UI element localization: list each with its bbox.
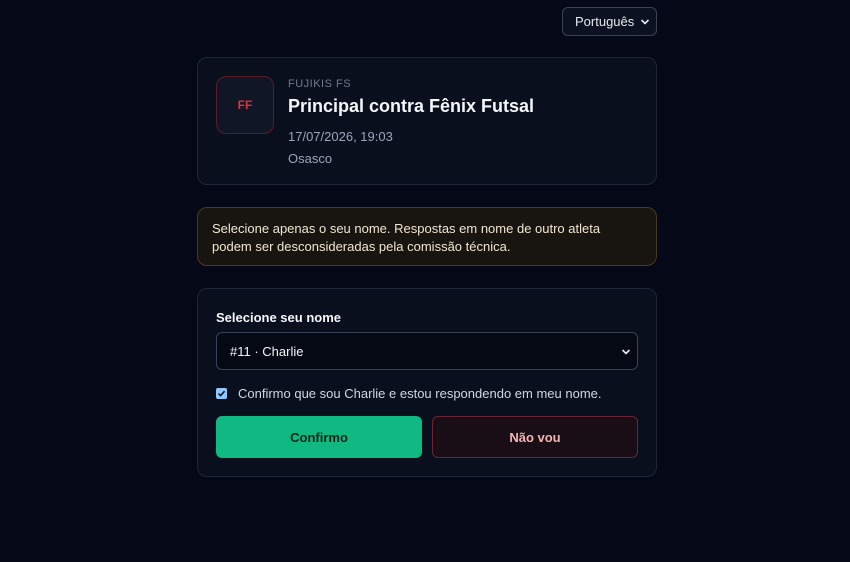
attendance-form: Selecione seu nome #11 · Charlie Confirm… xyxy=(197,288,657,477)
warning-notice: Selecione apenas o seu nome. Respostas e… xyxy=(197,207,657,266)
match-title: Principal contra Fênix Futsal xyxy=(288,96,535,116)
chevron-down-icon xyxy=(621,349,631,355)
player-select-value: #11 · Charlie xyxy=(230,343,304,359)
event-card: FF FUJIKIS FS Principal contra Fênix Fut… xyxy=(197,57,657,185)
identity-confirm-text: Confirmo que sou Charlie e estou respond… xyxy=(238,385,602,401)
player-select-label: Selecione seu nome xyxy=(216,310,341,325)
identity-confirm-row[interactable]: Confirmo que sou Charlie e estou respond… xyxy=(216,385,602,401)
warning-notice-text: Selecione apenas o seu nome. Respostas e… xyxy=(212,221,601,254)
team-logo-initials: FF xyxy=(237,98,253,112)
identity-confirm-checkbox[interactable] xyxy=(216,387,227,399)
team-logo: FF xyxy=(216,76,274,134)
check-icon xyxy=(217,390,226,397)
language-select-value: Português xyxy=(575,14,635,29)
confirm-button[interactable]: Confirmo xyxy=(216,416,422,458)
decline-button[interactable]: Não vou xyxy=(432,416,638,458)
language-select[interactable]: Português xyxy=(562,7,657,36)
match-location: Osasco xyxy=(288,151,333,166)
chevron-down-icon xyxy=(640,19,650,25)
match-datetime: 17/07/2026, 19:03 xyxy=(288,129,393,144)
player-select[interactable]: #11 · Charlie xyxy=(216,332,638,370)
team-name: FUJIKIS FS xyxy=(288,78,352,90)
